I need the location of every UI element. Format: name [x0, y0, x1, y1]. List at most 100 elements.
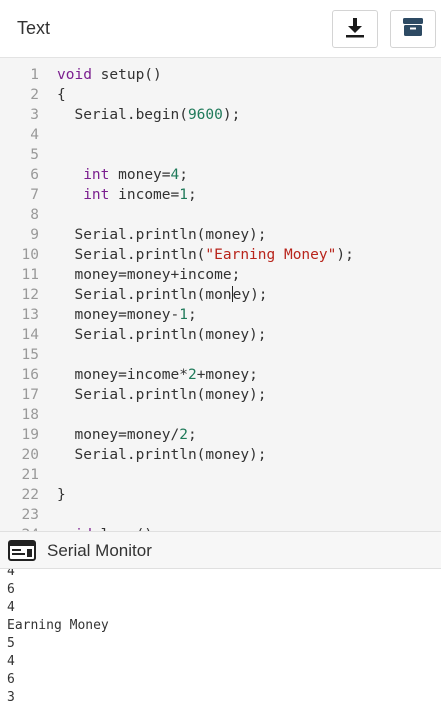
number-token: 2 [187, 367, 197, 383]
code-line[interactable]: 4 [0, 125, 441, 145]
code-token: income= [109, 187, 180, 203]
serial-monitor-output[interactable]: 4 6 4 Earning Money 5 4 6 3 [0, 569, 441, 706]
line-number: 3 [30, 107, 39, 123]
code-token: ; [179, 167, 188, 183]
code-line[interactable]: 6 int money=4; [0, 165, 441, 185]
line-number: 5 [30, 147, 39, 163]
editor-mode-label: Text [17, 18, 51, 38]
code-editor[interactable]: 1 void setup() 2{3 Serial.begin(9600); 4 5 6 … [0, 58, 441, 531]
serial-output-line: 5 [7, 636, 15, 651]
serial-output-line: 4 [7, 569, 15, 579]
code-token: money=money+income; [57, 267, 241, 283]
code-text: void setup() [57, 65, 162, 85]
number-token: 1 [179, 187, 188, 203]
number-token: 1 [179, 307, 188, 323]
line-number: 6 [30, 167, 39, 183]
code-line[interactable]: 12 Serial.println(money); [0, 285, 441, 305]
string-token: "Earning Money" [205, 247, 337, 263]
code-token: money=income* [57, 367, 188, 383]
code-text: Serial.println(money); [57, 225, 267, 245]
line-number: 18 [21, 407, 39, 423]
code-text: Serial.println(money); [57, 325, 266, 345]
line-number: 17 [21, 387, 39, 403]
code-text: money=income*2+money; [57, 365, 258, 385]
code-token: setup() [91, 67, 162, 83]
code-line[interactable]: 5 [0, 145, 441, 165]
line-number: 20 [21, 447, 39, 463]
code-line[interactable]: 21 [0, 465, 441, 485]
code-line[interactable]: 18 [0, 405, 441, 425]
number-token: 2 [179, 427, 188, 443]
serial-output-line: 4 [7, 654, 15, 669]
serial-output-line: 4 [7, 600, 15, 615]
code-line[interactable]: 8 [0, 205, 441, 225]
keyword-token: int [83, 187, 110, 203]
line-number: 16 [21, 367, 39, 383]
code-text: money=money-1; [57, 305, 196, 325]
code-text: { [57, 85, 66, 105]
code-token: Serial.println(mon [57, 287, 232, 303]
terminal-window-icon [8, 540, 36, 566]
code-token: Serial.println(money); [57, 227, 267, 243]
line-number: 2 [30, 87, 39, 103]
code-line[interactable]: 15 [0, 345, 441, 365]
serial-monitor-bar[interactable]: Serial Monitor [0, 531, 441, 569]
line-number: 9 [30, 227, 39, 243]
code-text: Serial.println(money); [57, 285, 268, 305]
code-line[interactable]: 22} [0, 485, 441, 505]
code-line[interactable]: 17 Serial.println(money); [0, 385, 441, 405]
code-token: ; [187, 187, 197, 203]
code-line[interactable]: 3 Serial.begin(9600); [0, 105, 441, 125]
code-token: } [57, 487, 66, 503]
code-line[interactable]: 1 void setup() [0, 65, 441, 85]
line-number: 21 [21, 467, 39, 483]
code-line[interactable]: 2{ [0, 85, 441, 105]
code-line[interactable]: 9 Serial.println(money); [0, 225, 441, 245]
code-line[interactable]: 19 money=money/2; [0, 425, 441, 445]
serial-output-line: 6 [7, 672, 15, 687]
code-line[interactable]: 11 money=money+income; [0, 265, 441, 285]
code-line[interactable]: 10 Serial.println("Earning Money"); [0, 245, 441, 265]
code-token: money=money- [57, 307, 180, 323]
line-number: 19 [21, 427, 39, 443]
code-token: +money; [196, 367, 258, 383]
code-line[interactable]: 20 Serial.println(money); [0, 445, 441, 465]
code-line[interactable]: 23 [0, 505, 441, 525]
serial-output-line: 3 [7, 690, 15, 705]
code-token: ); [336, 247, 354, 263]
line-number: 1 [30, 67, 39, 83]
keyword-token: void [57, 67, 92, 83]
toolbar: Text [0, 0, 441, 58]
line-number: 13 [21, 307, 39, 323]
code-token: { [57, 87, 66, 103]
components-library-button[interactable] [390, 10, 436, 48]
serial-output-line: 6 [7, 582, 15, 597]
code-text: money=money/2; [57, 425, 196, 445]
code-text: Serial.println("Earning Money"); [57, 245, 354, 265]
line-number: 23 [21, 507, 39, 523]
download-icon [344, 16, 366, 43]
number-token: 9600 [187, 107, 223, 123]
serial-monitor-title: Serial Monitor [47, 541, 152, 560]
line-number: 11 [21, 267, 39, 283]
number-token: 4 [170, 167, 180, 183]
code-text: Serial.println(money); [57, 385, 267, 405]
code-line[interactable]: 14 Serial.println(money); [0, 325, 441, 345]
line-number: 7 [30, 187, 39, 203]
code-line[interactable]: 16 money=income*2+money; [0, 365, 441, 385]
code-token: ey); [232, 287, 268, 303]
code-line[interactable]: 7 int income=1; [0, 185, 441, 205]
code-line[interactable]: 13 money=money-1; [0, 305, 441, 325]
keyword-token: int [83, 167, 110, 183]
code-text: int income=1; [57, 185, 197, 205]
line-number: 12 [21, 287, 39, 303]
code-text: Serial.begin(9600); [57, 105, 240, 125]
serial-output-line: Earning Money [7, 618, 109, 633]
line-number: 15 [21, 347, 39, 363]
download-button[interactable] [332, 10, 378, 48]
code-token: Serial.println(money); [57, 447, 267, 463]
line-number: 4 [30, 127, 39, 143]
code-token: Serial.println(money); [57, 387, 267, 403]
